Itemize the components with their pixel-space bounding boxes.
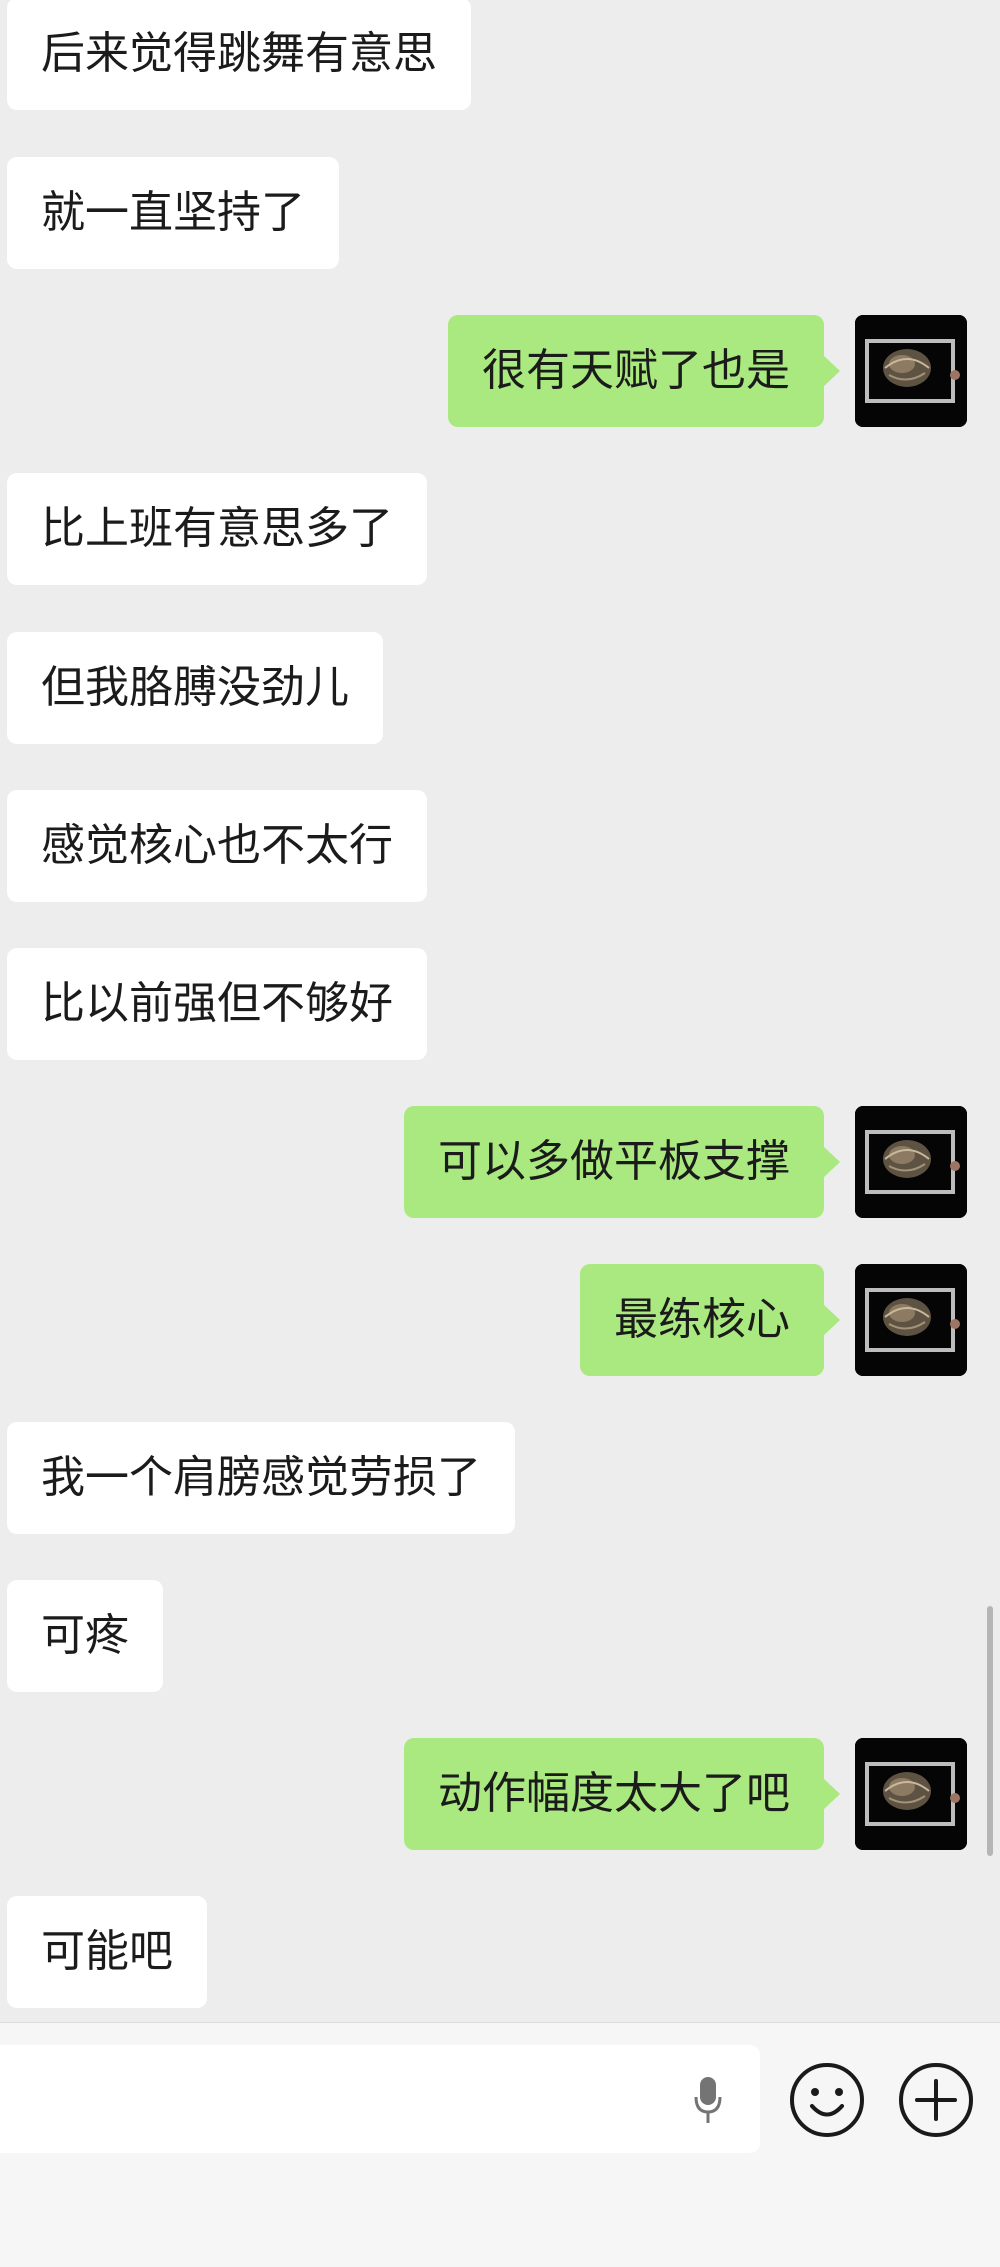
message-row-incoming: 可疼 [0, 1580, 1000, 1692]
incoming-message-bubble[interactable]: 但我胳膊没劲儿 [7, 632, 383, 744]
message-row-outgoing: 很有天赋了也是 [0, 315, 1000, 427]
avatar-image [855, 315, 967, 427]
message-row-incoming: 可能吧 [0, 1896, 1000, 2008]
message-row-incoming: 比上班有意思多了 [0, 473, 1000, 585]
avatar-image [855, 1264, 967, 1376]
avatar-image [855, 1738, 967, 1850]
message-row-outgoing: 可以多做平板支撑 [0, 1106, 1000, 1218]
outgoing-message-bubble[interactable]: 动作幅度太大了吧 [404, 1738, 840, 1850]
message-row-outgoing: 动作幅度太大了吧 [0, 1738, 1000, 1850]
avatar-image [855, 1106, 967, 1218]
incoming-message-bubble[interactable]: 感觉核心也不太行 [7, 790, 427, 902]
incoming-message-bubble[interactable]: 后来觉得跳舞有意思 [7, 0, 471, 110]
message-row-incoming: 感觉核心也不太行 [0, 790, 1000, 902]
message-row-incoming: 就一直坚持了 [0, 157, 1000, 269]
message-text-input[interactable] [0, 2045, 760, 2153]
smiley-face-icon [790, 2063, 864, 2137]
emoji-button[interactable] [788, 2061, 866, 2139]
chat-scrollbar[interactable] [987, 1606, 993, 1856]
message-row-incoming: 后来觉得跳舞有意思 [0, 0, 1000, 110]
chat-message-list[interactable]: 后来觉得跳舞有意思 就一直坚持了 很有天赋了也是 比上班有意思多了 但我胳膊没劲… [0, 0, 1000, 2022]
message-row-incoming: 但我胳膊没劲儿 [0, 632, 1000, 744]
incoming-message-bubble[interactable]: 就一直坚持了 [7, 157, 339, 269]
incoming-message-bubble[interactable]: 可能吧 [7, 1896, 207, 2008]
more-options-button[interactable] [897, 2061, 975, 2139]
user-avatar[interactable] [855, 1738, 967, 1850]
incoming-message-bubble[interactable]: 我一个肩膀感觉劳损了 [7, 1422, 515, 1534]
incoming-message-bubble[interactable]: 可疼 [7, 1580, 163, 1692]
incoming-message-bubble[interactable]: 比以前强但不够好 [7, 948, 427, 1060]
microphone-icon[interactable] [692, 2075, 724, 2125]
message-input-bar [0, 2022, 1000, 2267]
outgoing-message-bubble[interactable]: 可以多做平板支撑 [404, 1106, 840, 1218]
message-row-incoming: 比以前强但不够好 [0, 948, 1000, 1060]
outgoing-message-bubble[interactable]: 最练核心 [580, 1264, 840, 1376]
plus-circle-icon [899, 2063, 973, 2137]
user-avatar[interactable] [855, 1106, 967, 1218]
user-avatar[interactable] [855, 315, 967, 427]
user-avatar[interactable] [855, 1264, 967, 1376]
message-row-outgoing: 最练核心 [0, 1264, 1000, 1376]
message-row-incoming: 我一个肩膀感觉劳损了 [0, 1422, 1000, 1534]
outgoing-message-bubble[interactable]: 很有天赋了也是 [448, 315, 840, 427]
incoming-message-bubble[interactable]: 比上班有意思多了 [7, 473, 427, 585]
